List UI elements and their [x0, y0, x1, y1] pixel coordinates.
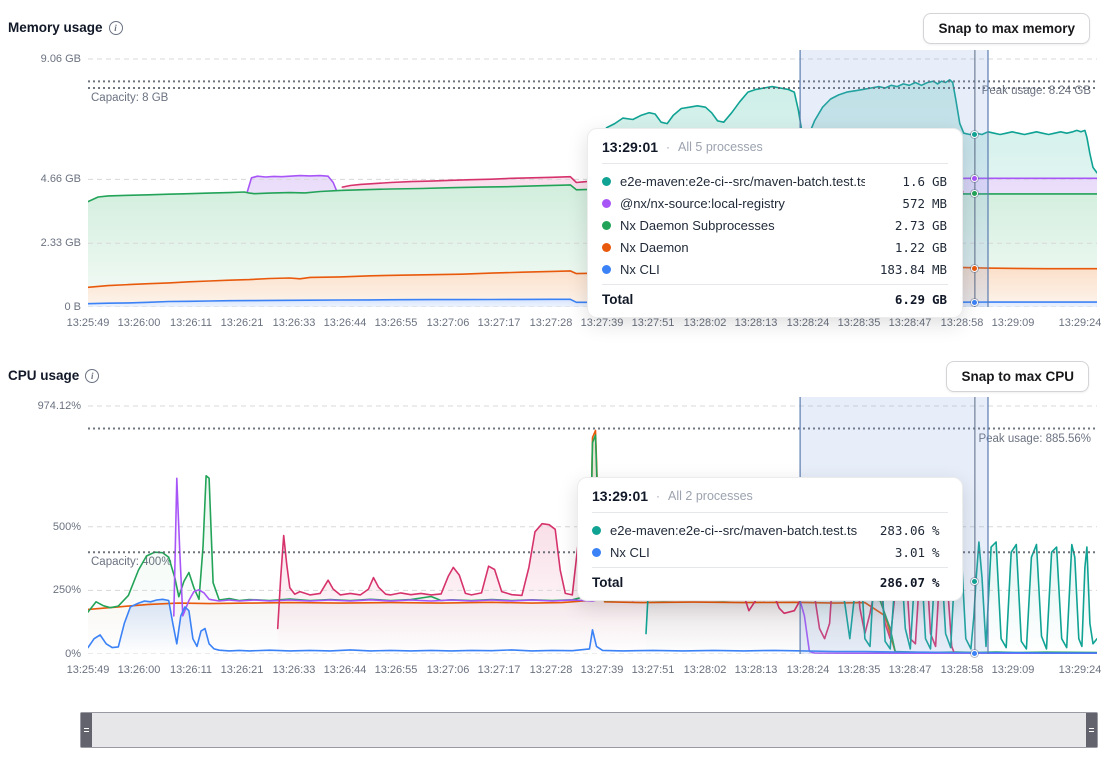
- process-name: Nx Daemon Subprocesses: [620, 218, 865, 233]
- tooltip-process-row: e2e-maven:e2e-ci--src/maven-batch.test.t…: [602, 170, 948, 192]
- profiler-page: Memory usage i Snap to max memory CPU us…: [0, 0, 1118, 761]
- process-unit: GB: [932, 174, 948, 189]
- memory-tooltip-rows: e2e-maven:e2e-ci--src/maven-batch.test.t…: [602, 164, 948, 284]
- process-unit: MB: [932, 196, 948, 211]
- memory-tooltip-total: Total 6.29 GB: [602, 284, 948, 309]
- y-axis-tick: 9.06 GB: [0, 53, 81, 65]
- series-color-dot: [602, 177, 611, 186]
- process-name: Nx Daemon: [620, 240, 865, 255]
- series-color-dot: [602, 243, 611, 252]
- timeline-brush[interactable]: [80, 712, 1098, 748]
- y-axis-tick: 2.33 GB: [0, 237, 81, 249]
- brush-right-handle[interactable]: [1086, 713, 1097, 747]
- snap-to-max-memory-button[interactable]: Snap to max memory: [923, 13, 1090, 44]
- x-axis-tick: 13:27:17: [469, 664, 529, 676]
- cpu-tooltip-subtitle: All 2 processes: [668, 489, 753, 503]
- series-color-dot: [602, 199, 611, 208]
- x-axis-tick: 13:29:24: [1050, 664, 1110, 676]
- tooltip-process-row: Nx Daemon Subprocesses2.73 GB: [602, 214, 948, 236]
- memory-tooltip-header: 13:29:01 · All 5 processes: [602, 139, 948, 164]
- x-axis-tick: 13:28:47: [880, 317, 940, 329]
- tooltip-process-row: Nx CLI183.84 MB: [602, 258, 948, 280]
- series-color-dot: [602, 265, 611, 274]
- memory-title-text: Memory usage: [8, 20, 103, 35]
- total-label: Total: [592, 575, 865, 590]
- x-axis-tick: 13:26:21: [212, 664, 272, 676]
- y-axis-tick: 500%: [0, 521, 81, 533]
- process-value: 572: [865, 196, 925, 211]
- hover-value-dot: [971, 650, 978, 657]
- tooltip-process-row: e2e-maven:e2e-ci--src/maven-batch.test.t…: [592, 519, 948, 541]
- total-unit: GB: [932, 292, 948, 307]
- dot-separator: ·: [656, 489, 660, 503]
- x-axis-tick: 13:27:51: [623, 317, 683, 329]
- total-unit: %: [932, 575, 948, 590]
- total-value: 6.29: [865, 292, 925, 307]
- y-axis-tick: 250%: [0, 584, 81, 596]
- cpu-tooltip-rows: e2e-maven:e2e-ci--src/maven-batch.test.t…: [592, 513, 948, 567]
- x-axis-tick: 13:28:13: [726, 664, 786, 676]
- tooltip-process-row: Nx CLI3.01%: [592, 541, 948, 563]
- process-value: 2.73: [865, 218, 925, 233]
- series-color-dot: [592, 526, 601, 535]
- snap-to-max-cpu-button[interactable]: Snap to max CPU: [946, 361, 1089, 392]
- x-axis-tick: 13:27:17: [469, 317, 529, 329]
- total-value: 286.07: [865, 575, 925, 590]
- process-value: 283.06: [865, 523, 925, 538]
- memory-tooltip: 13:29:01 · All 5 processes e2e-maven:e2e…: [587, 128, 963, 318]
- x-axis-tick: 13:29:09: [983, 664, 1043, 676]
- process-unit: %: [932, 545, 948, 560]
- x-axis-tick: 13:29:09: [983, 317, 1043, 329]
- y-axis-tick: 0%: [0, 648, 81, 660]
- process-value: 183.84: [865, 262, 925, 277]
- memory-section-title: Memory usage i: [8, 20, 123, 35]
- process-unit: GB: [932, 240, 948, 255]
- cpu-title-text: CPU usage: [8, 368, 79, 383]
- process-name: Nx CLI: [620, 262, 865, 277]
- x-axis-tick: 13:26:00: [109, 664, 169, 676]
- x-axis-tick: 13:29:24: [1050, 317, 1110, 329]
- process-name: Nx CLI: [610, 545, 865, 560]
- process-name: e2e-maven:e2e-ci--src/maven-batch.test.t…: [610, 523, 865, 538]
- x-axis-tick: 13:27:51: [623, 664, 683, 676]
- y-axis-tick: 0 B: [0, 301, 81, 313]
- process-name: @nx/nx-source:local-registry: [620, 196, 865, 211]
- total-label: Total: [602, 292, 865, 307]
- tooltip-process-row: Nx Daemon1.22 GB: [602, 236, 948, 258]
- x-axis-tick: 13:28:47: [880, 664, 940, 676]
- process-value: 3.01: [865, 545, 925, 560]
- cpu-tooltip-time: 13:29:01: [592, 488, 648, 504]
- process-unit: GB: [932, 218, 948, 233]
- process-unit: %: [932, 523, 948, 538]
- process-value: 1.22: [865, 240, 925, 255]
- process-value: 1.6: [865, 174, 925, 189]
- cpu-tooltip: 13:29:01 · All 2 processes e2e-maven:e2e…: [577, 477, 963, 601]
- x-axis-tick: 13:26:00: [109, 317, 169, 329]
- cpu-section-title: CPU usage i: [8, 368, 99, 383]
- x-axis-tick: 13:26:21: [212, 317, 272, 329]
- cpu-tooltip-total: Total 286.07 %: [592, 567, 948, 592]
- x-axis-tick: 13:26:55: [366, 664, 426, 676]
- dot-separator: ·: [666, 140, 670, 154]
- hover-value-dot: [971, 299, 978, 306]
- series-color-dot: [602, 221, 611, 230]
- process-unit: MB: [932, 262, 948, 277]
- x-axis-tick: 13:26:55: [366, 317, 426, 329]
- tooltip-process-row: @nx/nx-source:local-registry572 MB: [602, 192, 948, 214]
- memory-info-icon[interactable]: i: [109, 21, 123, 35]
- cpu-tooltip-header: 13:29:01 · All 2 processes: [592, 488, 948, 513]
- y-axis-tick: 4.66 GB: [0, 173, 81, 185]
- brush-left-handle[interactable]: [81, 713, 92, 747]
- memory-tooltip-subtitle: All 5 processes: [678, 140, 763, 154]
- series-color-dot: [592, 548, 601, 557]
- process-name: e2e-maven:e2e-ci--src/maven-batch.test.t…: [620, 174, 865, 189]
- memory-tooltip-time: 13:29:01: [602, 139, 658, 155]
- y-axis-tick: 974.12%: [0, 400, 81, 412]
- x-axis-tick: 13:28:13: [726, 317, 786, 329]
- cpu-info-icon[interactable]: i: [85, 369, 99, 383]
